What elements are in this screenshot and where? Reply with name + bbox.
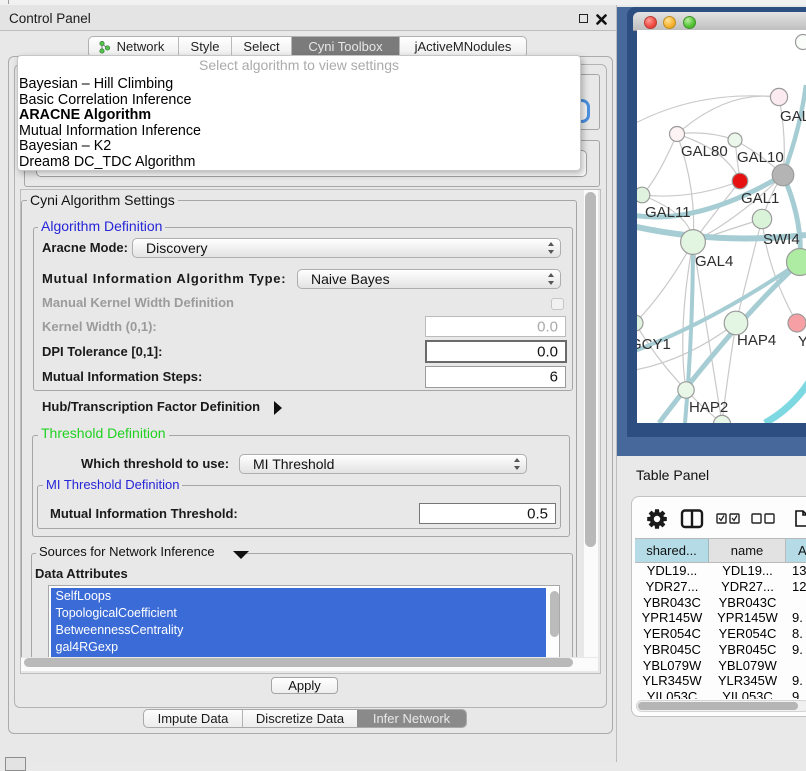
svg-text:Y: Y xyxy=(798,333,806,350)
svg-text:SWI4: SWI4 xyxy=(763,231,800,248)
svg-text:GAL1: GAL1 xyxy=(741,190,779,207)
svg-text:GAL4: GAL4 xyxy=(695,253,733,270)
svg-text:GAL10: GAL10 xyxy=(737,149,784,166)
svg-text:GCY1: GCY1 xyxy=(637,336,671,353)
svg-text:HAP4: HAP4 xyxy=(737,332,776,349)
svg-text:HAP2: HAP2 xyxy=(689,399,728,416)
svg-text:GAL11: GAL11 xyxy=(645,204,691,221)
svg-text:GAL2: GAL2 xyxy=(780,108,806,125)
svg-text:GAL80: GAL80 xyxy=(681,143,728,160)
